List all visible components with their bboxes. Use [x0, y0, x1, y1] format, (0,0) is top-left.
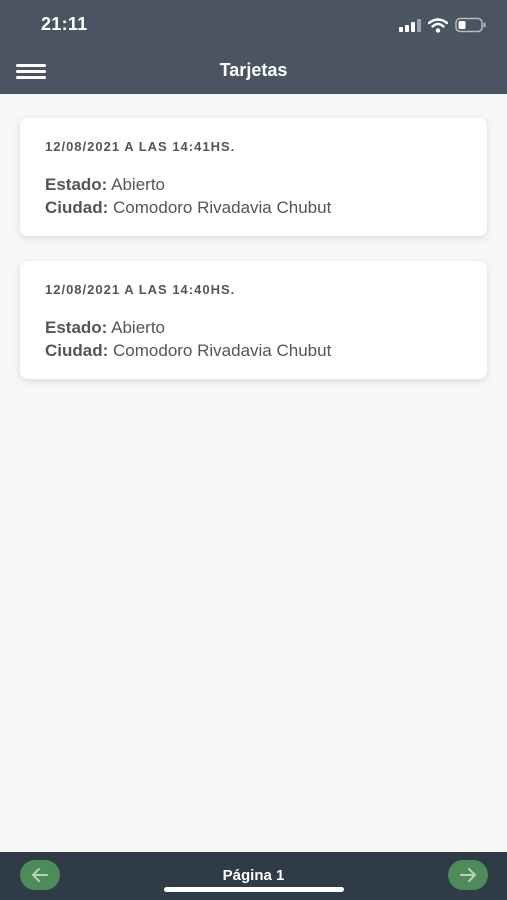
home-indicator[interactable] — [164, 887, 344, 892]
status-icons — [399, 15, 487, 35]
estado-value: Abierto — [111, 175, 166, 194]
pagination-bar: Página 1 — [0, 852, 507, 900]
card-estado: Estado: Abierto — [45, 318, 165, 338]
card-estado: Estado: Abierto — [45, 175, 165, 195]
ciudad-value: Comodoro Rivadavia Chubut — [113, 341, 332, 360]
estado-value: Abierto — [111, 318, 166, 337]
ciudad-label: Ciudad: — [45, 341, 109, 360]
next-page-button[interactable] — [448, 860, 488, 890]
card-date: 12/08/2021 A LAS 14:41HS. — [45, 139, 236, 154]
ciudad-label: Ciudad: — [45, 198, 109, 217]
list-item[interactable]: 12/08/2021 A LAS 14:41HS. Estado: Abiert… — [20, 118, 487, 236]
estado-label: Estado: — [45, 175, 108, 194]
page-title: Tarjetas — [219, 60, 288, 80]
card-ciudad: Ciudad: Comodoro Rivadavia Chubut — [45, 198, 331, 218]
app-header: 21:11 Tarjetas — [0, 0, 507, 94]
wifi-icon — [428, 17, 448, 33]
arrow-right-icon — [460, 868, 476, 882]
page-indicator: Página 1 — [222, 867, 285, 884]
card-ciudad: Ciudad: Comodoro Rivadavia Chubut — [45, 341, 331, 361]
cellular-signal-icon — [399, 18, 421, 32]
estado-label: Estado: — [45, 318, 108, 337]
card-date: 12/08/2021 A LAS 14:40HS. — [45, 282, 236, 297]
status-time: 21:11 — [41, 14, 88, 34]
list-item[interactable]: 12/08/2021 A LAS 14:40HS. Estado: Abiert… — [20, 261, 487, 379]
battery-icon — [455, 17, 487, 33]
ciudad-value: Comodoro Rivadavia Chubut — [113, 198, 332, 217]
